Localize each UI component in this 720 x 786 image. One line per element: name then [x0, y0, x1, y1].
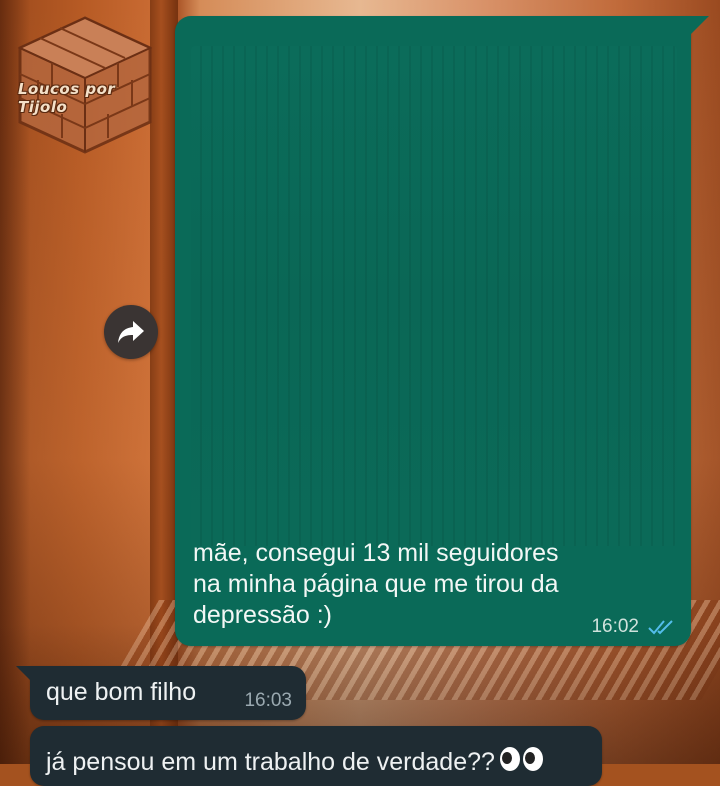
outgoing-message-bubble[interactable]: mãe, consegui 13 mil seguidores na minha…	[175, 16, 709, 646]
message-line: na minha página que me tirou da	[193, 570, 559, 598]
message-time: 16:02	[591, 616, 639, 637]
forward-button[interactable]	[104, 305, 158, 359]
watermark-logo: Loucos por Tijolo	[10, 14, 160, 154]
eyes-emoji-icon	[499, 747, 543, 771]
incoming-message-text: já pensou em um trabalho de verdade??	[46, 746, 545, 777]
message-time: 16:03	[244, 690, 292, 711]
message-line: depressão :)	[193, 601, 332, 629]
bubble-tail	[16, 666, 30, 680]
redacted-image	[191, 46, 677, 546]
watermark-text: Loucos por Tijolo	[18, 80, 116, 116]
incoming-message-text: que bom filho	[46, 678, 197, 706]
bubble-tail	[691, 16, 709, 34]
message-text: já pensou em um trabalho de verdade??	[46, 748, 495, 776]
double-check-icon	[648, 620, 673, 635]
message-line: mãe, consegui 13 mil seguidores	[193, 539, 559, 567]
forward-arrow-icon	[118, 321, 144, 343]
incoming-message-bubble[interactable]: já pensou em um trabalho de verdade??	[30, 726, 602, 786]
outgoing-message-text: mãe, consegui 13 mil seguidores na minha…	[193, 538, 653, 631]
message-meta: 16:02	[591, 616, 675, 638]
incoming-message-bubble[interactable]: que bom filho 16:03	[16, 666, 306, 720]
